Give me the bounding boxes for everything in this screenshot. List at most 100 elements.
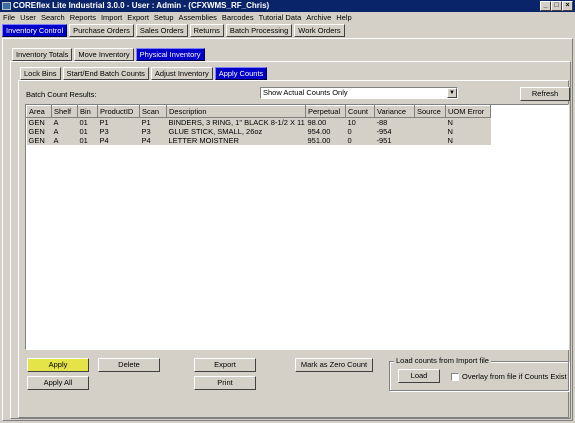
apply-all-button[interactable]: Apply All	[27, 376, 89, 390]
cell-perpetual: 951.00	[305, 136, 346, 145]
col-header-variance[interactable]: Variance	[374, 105, 415, 118]
cell-variance: -951	[374, 136, 415, 145]
menu-bar: File User Search Reports Import Export S…	[0, 12, 575, 24]
tab-returns[interactable]: Returns	[189, 24, 224, 37]
cell-shelf: A	[51, 136, 78, 145]
sub-tab-bar: Inventory Totals Move Inventory Physical…	[12, 48, 205, 61]
col-header-count[interactable]: Count	[345, 105, 375, 118]
batch-count-results-label: Batch Count Results:	[26, 90, 97, 99]
menu-reports[interactable]: Reports	[70, 12, 96, 24]
col-header-perpetual[interactable]: Perpetual	[305, 105, 346, 118]
window-title: COREflex Lite Industrial 3.0.0 - User : …	[13, 1, 270, 10]
print-button[interactable]: Print	[194, 376, 256, 390]
cell-description: BINDERS, 3 RING, 1" BLACK 8-1/2 X 11	[166, 117, 306, 127]
cell-perpetual: 954.00	[305, 127, 346, 136]
cell-area: GEN	[26, 117, 52, 127]
menu-archive[interactable]: Archive	[306, 12, 331, 24]
main-tab-bar: Inventory Control Purchase Orders Sales …	[2, 24, 345, 37]
tab-adjust-inventory[interactable]: Adjust Inventory	[150, 67, 213, 80]
tab-move-inventory[interactable]: Move Inventory	[74, 48, 134, 61]
menu-file[interactable]: File	[3, 12, 15, 24]
menu-search[interactable]: Search	[41, 12, 65, 24]
cell-productid: P4	[97, 136, 140, 145]
menu-user[interactable]: User	[20, 12, 36, 24]
col-header-productid[interactable]: ProductID	[97, 105, 140, 118]
cell-description: GLUE STICK, SMALL, 26oz	[166, 127, 306, 136]
cell-count: 0	[345, 127, 375, 136]
mark-zero-count-button[interactable]: Mark as Zero Count	[295, 358, 373, 372]
close-icon[interactable]: ×	[562, 1, 573, 11]
menu-help[interactable]: Help	[336, 12, 351, 24]
cell-uom-error: N	[445, 127, 491, 136]
batch-count-table: Area Shelf Bin ProductID Scan Descriptio…	[26, 105, 491, 145]
cell-bin: 01	[77, 127, 98, 136]
window-title-bar: COREflex Lite Industrial 3.0.0 - User : …	[0, 0, 575, 12]
tab-apply-counts[interactable]: Apply Counts	[214, 67, 268, 80]
table-row[interactable]: GEN A 01 P4 P4 LETTER MOISTNER 951.00 0 …	[26, 136, 491, 145]
menu-assemblies[interactable]: Assemblies	[179, 12, 217, 24]
table-row[interactable]: GEN A 01 P3 P3 GLUE STICK, SMALL, 26oz 9…	[26, 127, 491, 136]
cell-count: 10	[345, 117, 375, 127]
count-filter-value: Show Actual Counts Only	[263, 88, 348, 97]
cell-variance: -88	[374, 117, 415, 127]
cell-uom-error: N	[445, 117, 491, 127]
cell-shelf: A	[51, 127, 78, 136]
col-header-area[interactable]: Area	[26, 105, 52, 118]
chevron-down-icon[interactable]: ▼	[447, 88, 457, 98]
menu-import[interactable]: Import	[101, 12, 122, 24]
maximize-icon[interactable]: □	[551, 1, 562, 11]
tab-lock-bins[interactable]: Lock Bins	[20, 67, 61, 80]
col-header-source[interactable]: Source	[414, 105, 446, 118]
col-header-uom-error[interactable]: UOM Error	[445, 105, 491, 118]
cell-shelf: A	[51, 117, 78, 127]
cell-bin: 01	[77, 136, 98, 145]
cell-productid: P1	[97, 117, 140, 127]
cell-perpetual: 98.00	[305, 117, 346, 127]
tab-sales-orders[interactable]: Sales Orders	[135, 24, 188, 37]
col-header-shelf[interactable]: Shelf	[51, 105, 78, 118]
cell-area: GEN	[26, 136, 52, 145]
grid-header-row: Area Shelf Bin ProductID Scan Descriptio…	[26, 105, 491, 118]
overlay-checkbox[interactable]	[451, 373, 459, 381]
minimize-icon[interactable]: _	[540, 1, 551, 11]
cell-scan: P1	[139, 117, 167, 127]
tab-purchase-orders[interactable]: Purchase Orders	[69, 24, 134, 37]
refresh-button[interactable]: Refresh	[520, 87, 570, 101]
cell-source	[414, 117, 446, 127]
batch-count-grid[interactable]: Area Shelf Bin ProductID Scan Descriptio…	[25, 104, 569, 350]
menu-barcodes[interactable]: Barcodes	[222, 12, 254, 24]
load-counts-group: Load counts from Import file Load Overla…	[389, 356, 569, 391]
sub-sub-tab-bar: Lock Bins Start/End Batch Counts Adjust …	[20, 67, 268, 80]
cell-source	[414, 127, 446, 136]
cell-count: 0	[345, 136, 375, 145]
tab-work-orders[interactable]: Work Orders	[294, 24, 345, 37]
table-row[interactable]: GEN A 01 P1 P1 BINDERS, 3 RING, 1" BLACK…	[26, 117, 491, 127]
tab-start-end-batch-counts[interactable]: Start/End Batch Counts	[62, 67, 149, 80]
col-header-description[interactable]: Description	[166, 105, 306, 118]
tab-batch-processing[interactable]: Batch Processing	[225, 24, 293, 37]
cell-source	[414, 136, 446, 145]
menu-tutorial-data[interactable]: Tutorial Data	[259, 12, 302, 24]
tab-inventory-totals[interactable]: Inventory Totals	[12, 48, 73, 61]
col-header-scan[interactable]: Scan	[139, 105, 167, 118]
cell-variance: -954	[374, 127, 415, 136]
apply-button[interactable]: Apply	[27, 358, 89, 372]
tab-inventory-control[interactable]: Inventory Control	[2, 24, 68, 37]
load-button[interactable]: Load	[398, 369, 440, 383]
cell-description: LETTER MOISTNER	[166, 136, 306, 145]
menu-export[interactable]: Export	[127, 12, 149, 24]
delete-button[interactable]: Delete	[98, 358, 160, 372]
overlay-label: Overlay from file if Counts Exist	[462, 372, 567, 381]
export-button[interactable]: Export	[194, 358, 256, 372]
count-filter-select[interactable]: Show Actual Counts Only ▼	[260, 87, 458, 99]
load-counts-group-title: Load counts from Import file	[394, 356, 491, 365]
cell-productid: P3	[97, 127, 140, 136]
refresh-label: Refresh	[531, 89, 559, 98]
cell-uom-error: N	[445, 136, 491, 145]
cell-bin: 01	[77, 117, 98, 127]
cell-area: GEN	[26, 127, 52, 136]
menu-setup[interactable]: Setup	[154, 12, 174, 24]
col-header-bin[interactable]: Bin	[77, 105, 98, 118]
cell-scan: P4	[139, 136, 167, 145]
tab-physical-inventory[interactable]: Physical Inventory	[135, 48, 205, 61]
